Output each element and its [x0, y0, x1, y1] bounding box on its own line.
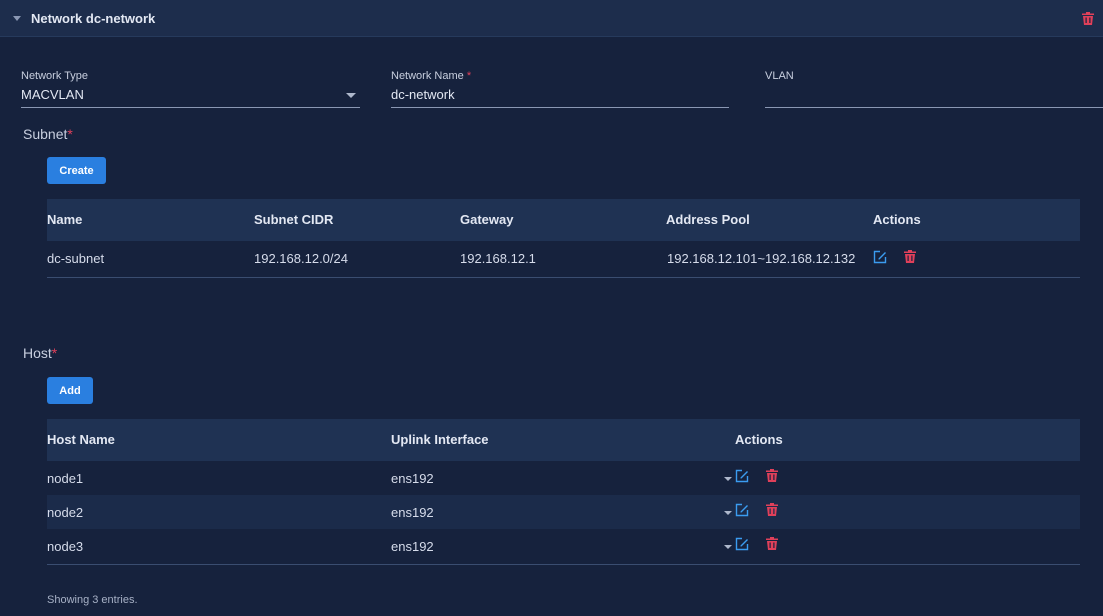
expand-caret-icon[interactable] [724, 545, 732, 549]
expand-caret-icon[interactable] [724, 511, 732, 515]
table-divider [47, 564, 1080, 565]
network-type-select[interactable]: MACVLAN [21, 87, 84, 102]
table-row: node1 ens192 [47, 461, 1080, 495]
delete-network-trash-icon[interactable] [1082, 12, 1094, 25]
add-host-button[interactable]: Add [47, 377, 93, 404]
table-row: node2 ens192 [47, 495, 1080, 529]
host-name-cell: node3 [47, 539, 84, 554]
expand-caret-icon[interactable] [724, 477, 732, 481]
network-name-input[interactable]: dc-network [391, 87, 455, 102]
edit-icon[interactable] [735, 503, 749, 517]
edit-icon[interactable] [873, 250, 887, 264]
trash-icon[interactable] [904, 250, 916, 263]
edit-icon[interactable] [735, 469, 749, 483]
column-header-address-pool[interactable]: Address Pool [666, 212, 750, 227]
edit-icon[interactable] [735, 537, 749, 551]
column-header-uplink-interface[interactable]: Uplink Interface [391, 432, 489, 447]
network-type-label: Network Type [21, 70, 89, 82]
host-section-title: Host* [23, 345, 58, 361]
vlan-input[interactable] [765, 87, 1103, 105]
host-name-cell: node2 [47, 505, 84, 520]
collapse-caret-icon[interactable] [13, 16, 21, 21]
vlan-label: VLAN [765, 70, 794, 82]
network-type-underline [21, 107, 360, 108]
subnet-name-cell: dc-subnet [47, 251, 105, 266]
column-header-gateway[interactable]: Gateway [460, 212, 513, 227]
table-row: dc-subnet 192.168.12.0/24 192.168.12.1 1… [47, 241, 1080, 277]
table-divider [47, 277, 1080, 278]
host-name-cell: node1 [47, 471, 84, 486]
subnet-pool-cell: 192.168.12.101~192.168.12.132 [667, 251, 856, 266]
subnet-section-title: Subnet* [23, 126, 73, 142]
entries-count: Showing 3 entries. [47, 594, 138, 606]
subnet-table-header: Name Subnet CIDR Gateway Address Pool Ac… [47, 199, 1080, 241]
column-header-subnet-cidr[interactable]: Subnet CIDR [254, 212, 333, 227]
trash-icon[interactable] [766, 503, 778, 516]
host-uplink-cell: ens192 [391, 471, 434, 486]
host-uplink-cell: ens192 [391, 505, 434, 520]
table-row: node3 ens192 [47, 529, 1080, 563]
network-name-underline [391, 107, 729, 108]
column-header-host-name[interactable]: Host Name [47, 432, 115, 447]
trash-icon[interactable] [766, 537, 778, 550]
subnet-gateway-cell: 192.168.12.1 [460, 251, 536, 266]
panel-title: Network dc-network [31, 11, 156, 26]
create-subnet-button[interactable]: Create [47, 157, 106, 184]
trash-icon[interactable] [766, 469, 778, 482]
vlan-underline [765, 107, 1103, 108]
column-header-actions: Actions [735, 432, 783, 447]
network-name-label: Network Name * [391, 70, 472, 82]
host-table-header: Host Name Uplink Interface Actions [47, 419, 1080, 461]
chevron-down-icon[interactable] [346, 93, 356, 98]
host-uplink-cell: ens192 [391, 539, 434, 554]
network-panel-header[interactable]: Network dc-network [0, 0, 1103, 37]
column-header-actions: Actions [873, 212, 921, 227]
column-header-name[interactable]: Name [47, 212, 82, 227]
subnet-cidr-cell: 192.168.12.0/24 [254, 251, 348, 266]
